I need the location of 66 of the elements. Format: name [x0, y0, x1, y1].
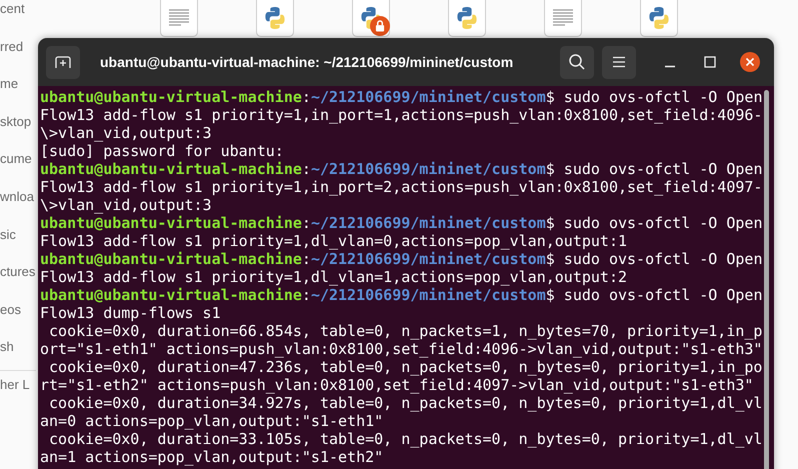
file-icon[interactable] [160, 0, 198, 37]
output-line: \>vlan_vid,output:3 [40, 124, 212, 142]
output-line: cookie=0x0, duration=33.105s, table=0, n_packets=0, n_bytes=0, priority=1,dl_vl [48, 430, 762, 448]
output-line: \>vlan_vid,output:3 [40, 196, 212, 214]
scrollbar[interactable] [764, 90, 769, 469]
output-line: Flow13 add-flow s1 priority=1,in_port=2,actions=push_vlan:0x8100,set_field:4097- [40, 178, 762, 196]
sidebar-item[interactable]: sktop [0, 112, 32, 131]
prompt-separator: : [302, 160, 311, 178]
prompt-path: ~/212106699/mininet/custom [310, 250, 546, 268]
output-line: an=1 actions=pop_vlan,output:"s1-eth2" [40, 448, 384, 466]
sidebar-item[interactable]: wnloa [0, 188, 34, 206]
sidebar-item[interactable]: eos [0, 300, 21, 319]
file-icon[interactable] [544, 0, 582, 37]
menu-icon [612, 56, 626, 68]
output-line: Flow13 add-flow s1 priority=1,in_port=1,actions=push_vlan:0x8100,set_field:4096- [40, 106, 762, 124]
sidebar-item[interactable]: ctures [0, 263, 36, 282]
maximize-icon[interactable] [704, 56, 716, 68]
prompt-path: ~/212106699/mininet/custom [310, 88, 546, 106]
file-icon[interactable] [352, 0, 390, 37]
sidebar-item[interactable]: me [0, 75, 18, 94]
prompt-user: ubantu@ubantu-virtual-machine [40, 214, 302, 232]
python-file-icon [455, 6, 479, 30]
new-tab-icon [55, 55, 71, 69]
prompt-separator: : [302, 88, 311, 106]
prompt-separator: : [302, 286, 311, 304]
output-line: rt="s1-eth2" actions=push_vlan:0x8100,set_field:4097->vlan_vid,output:"s1-eth3" [40, 376, 754, 394]
prompt-path: ~/212106699/mininet/custom [310, 214, 546, 232]
prompt-separator: : [302, 250, 311, 268]
sidebar-item[interactable]: her L [0, 376, 30, 394]
output-line: ort="s1-eth1" actions=push_vlan:0x8100,set_field:4096->vlan_vid,output:"s1-eth3" [40, 340, 762, 358]
output-line: cookie=0x0, duration=66.854s, table=0, n_packets=1, n_bytes=70, priority=1,in_p [48, 322, 762, 340]
search-button[interactable] [560, 46, 594, 78]
command-text: $ sudo ovs-ofctl -O Open [546, 250, 762, 268]
python-file-icon [263, 6, 287, 30]
prompt-separator: : [302, 214, 311, 232]
prompt-user: ubantu@ubantu-virtual-machine [40, 160, 302, 178]
output-line: cookie=0x0, duration=47.236s, table=0, n_packets=0, n_bytes=0, priority=1,in_po [48, 358, 762, 376]
output-line: Flow13 add-flow s1 priority=1,dl_vlan=1,actions=pop_vlan,output:2 [40, 268, 627, 286]
python-file-icon [647, 6, 671, 30]
sidebar-item[interactable]: cume [0, 150, 32, 168]
output-line: Flow13 dump-flows s1 [40, 304, 221, 322]
output-line: [sudo] password for ubantu: [40, 142, 284, 160]
prompt-user: ubantu@ubantu-virtual-machine [40, 286, 302, 304]
sidebar-item[interactable]: sh [0, 338, 14, 356]
sidebar-item[interactable]: rred [0, 38, 24, 56]
command-text: $ sudo ovs-ofctl -O Open [546, 214, 762, 232]
output-line: Flow13 add-flow s1 priority=1,dl_vlan=0,actions=pop_vlan,output:1 [40, 232, 627, 250]
sidebar-item[interactable]: sic [0, 226, 16, 244]
new-tab-button[interactable] [46, 46, 80, 78]
output-line: an=0 actions=pop_vlan,output:"s1-eth1" [40, 412, 384, 430]
prompt-user: ubantu@ubantu-virtual-machine [40, 88, 302, 106]
command-text: $ sudo ovs-ofctl -O Open [546, 160, 762, 178]
command-text: $ sudo ovs-ofctl -O Open [546, 88, 762, 106]
command-text: $ sudo ovs-ofctl -O Open [546, 286, 762, 304]
file-icon[interactable] [448, 0, 486, 37]
window-title: ubantu@ubantu-virtual-machine: ~/212106699/mininet/custom [100, 53, 514, 71]
sidebar-item[interactable]: cent [0, 0, 25, 18]
file-icon[interactable] [640, 0, 678, 37]
output-line: cookie=0x0, duration=34.927s, table=0, n_packets=0, n_bytes=0, priority=1,dl_vl [48, 394, 762, 412]
search-icon [568, 53, 586, 71]
prompt-user: ubantu@ubantu-virtual-machine [40, 250, 302, 268]
prompt-path: ~/212106699/mininet/custom [310, 160, 546, 178]
close-icon[interactable] [740, 52, 760, 72]
menu-button[interactable] [602, 46, 636, 78]
file-icon[interactable] [256, 0, 294, 37]
prompt-path: ~/212106699/mininet/custom [310, 286, 546, 304]
